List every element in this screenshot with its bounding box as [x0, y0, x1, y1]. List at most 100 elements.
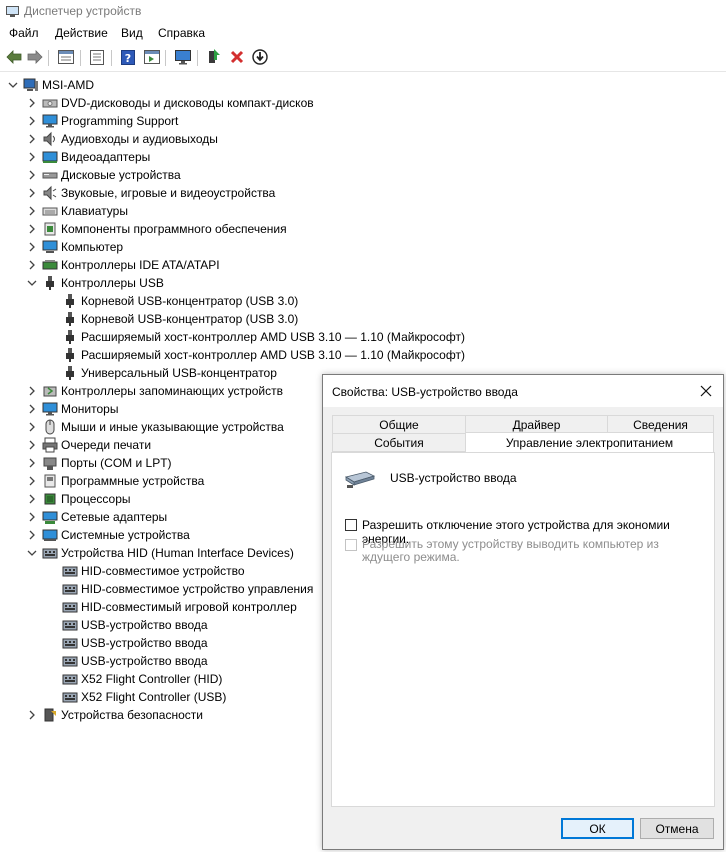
chevron-right-icon[interactable] — [26, 151, 38, 163]
chevron-right-icon[interactable] — [26, 511, 38, 523]
hid-icon — [62, 671, 78, 687]
chevron-right-icon[interactable] — [26, 115, 38, 127]
tree-item[interactable]: Расширяемый хост-контроллер AMD USB 3.10… — [46, 328, 465, 346]
tree-item[interactable]: Мониторы — [26, 400, 118, 418]
chevron-right-icon[interactable] — [26, 493, 38, 505]
forward-arrow-icon[interactable] — [26, 48, 44, 66]
tree-item[interactable]: Процессоры — [26, 490, 131, 508]
tree-item[interactable]: Видеоадаптеры — [26, 148, 150, 166]
properties-window-icon[interactable] — [57, 48, 75, 66]
show-hidden-window-icon[interactable] — [88, 48, 106, 66]
menu-bar: Файл Действие Вид Справка — [0, 24, 726, 44]
tree-item[interactable]: Расширяемый хост-контроллер AMD USB 3.10… — [46, 346, 465, 364]
tab-general[interactable]: Общие — [332, 415, 466, 434]
chevron-right-icon[interactable] — [26, 223, 38, 235]
chevron-right-icon[interactable] — [26, 709, 38, 721]
chevron-down-icon[interactable] — [26, 277, 38, 289]
chevron-right-icon[interactable] — [26, 169, 38, 181]
back-arrow-icon[interactable] — [5, 48, 23, 66]
allow-wake-row: Разрешить этому устройству выводить комп… — [345, 538, 700, 564]
chevron-right-icon[interactable] — [26, 97, 38, 109]
run-window-icon[interactable] — [143, 48, 161, 66]
tree-root[interactable]: MSI-AMD — [7, 76, 94, 94]
device-manager-icon — [6, 6, 19, 17]
chevron-down-icon[interactable] — [26, 547, 38, 559]
toolbar-divider — [0, 71, 726, 72]
chevron-right-icon[interactable] — [26, 259, 38, 271]
svg-text:?: ? — [125, 52, 131, 65]
tree-item[interactable]: Контроллеры запоминающих устройств — [26, 382, 283, 400]
device-name: USB-устройство ввода — [390, 471, 517, 485]
tree-item[interactable]: Порты (COM и LPT) — [26, 454, 172, 472]
tree-item[interactable]: Очереди печати — [26, 436, 151, 454]
help-icon[interactable]: ? — [119, 48, 137, 66]
tree-item[interactable]: USB-устройство ввода — [46, 616, 208, 634]
tree-item[interactable]: Мыши и иные указывающие устройства — [26, 418, 284, 436]
tree-item[interactable]: Устройства безопасности — [26, 706, 203, 724]
tree-item[interactable]: X52 Flight Controller (HID) — [46, 670, 222, 688]
menu-file[interactable]: Файл — [9, 26, 39, 40]
tree-item[interactable]: Звуковые, игровые и видеоустройства — [26, 184, 275, 202]
allow-power-off-checkbox[interactable] — [345, 519, 357, 531]
tree-item[interactable]: X52 Flight Controller (USB) — [46, 688, 226, 706]
tab-events[interactable]: События — [332, 433, 466, 452]
chevron-down-icon[interactable] — [7, 79, 19, 91]
tree-item[interactable]: Корневой USB-концентратор (USB 3.0) — [46, 310, 298, 328]
ok-button[interactable]: ОК — [561, 818, 634, 839]
chevron-right-icon[interactable] — [26, 529, 38, 541]
cancel-button[interactable]: Отмена — [640, 818, 714, 839]
tree-item[interactable]: Универсальный USB-концентратор — [46, 364, 277, 382]
close-icon[interactable] — [695, 381, 717, 401]
chevron-right-icon[interactable] — [26, 241, 38, 253]
tree-item[interactable]: Контроллеры USB — [26, 274, 164, 292]
tree-item[interactable]: Компоненты программного обеспечения — [26, 220, 287, 238]
tree-item[interactable]: Программные устройства — [26, 472, 204, 490]
tree-item[interactable]: Контроллеры IDE ATA/ATAPI — [26, 256, 220, 274]
tree-item[interactable]: Компьютер — [26, 238, 123, 256]
tree-item[interactable]: USB-устройство ввода — [46, 652, 208, 670]
chevron-right-icon[interactable] — [26, 457, 38, 469]
tree-item-label: Программные устройства — [61, 474, 205, 488]
storage-controller-icon — [42, 383, 58, 399]
tree-item[interactable]: Системные устройства — [26, 526, 190, 544]
tree-item-label: Системные устройства — [61, 528, 190, 542]
tree-item[interactable]: DVD-дисководы и дисководы компакт-дисков — [26, 94, 314, 112]
tree-item[interactable]: USB-устройство ввода — [46, 634, 208, 652]
allow-wake-checkbox — [345, 539, 357, 551]
tree-item[interactable]: Клавиатуры — [26, 202, 128, 220]
update-driver-icon[interactable] — [205, 48, 223, 66]
menu-view[interactable]: Вид — [121, 26, 143, 40]
chevron-right-icon[interactable] — [26, 385, 38, 397]
chevron-right-icon[interactable] — [26, 403, 38, 415]
chevron-right-icon[interactable] — [26, 187, 38, 199]
tree-item[interactable]: Аудиовходы и аудиовыходы — [26, 130, 218, 148]
chevron-right-icon[interactable] — [26, 421, 38, 433]
tree-item[interactable]: Сетевые адаптеры — [26, 508, 167, 526]
tree-item-label: Сетевые адаптеры — [61, 510, 168, 524]
toolbar-separator — [165, 50, 166, 66]
menu-help[interactable]: Справка — [158, 26, 205, 40]
hid-icon — [62, 599, 78, 615]
tree-item[interactable]: HID-совместимое устройство — [46, 562, 245, 580]
tab-power-management[interactable]: Управление электропитанием — [465, 432, 714, 452]
tree-item-label: DVD-дисководы и дисководы компакт-дисков — [61, 96, 314, 110]
tree-item[interactable]: Корневой USB-концентратор (USB 3.0) — [46, 292, 298, 310]
chevron-right-icon[interactable] — [26, 133, 38, 145]
scan-hardware-monitor-icon[interactable] — [174, 48, 192, 66]
tree-item[interactable]: Дисковые устройства — [26, 166, 181, 184]
chevron-right-icon[interactable] — [26, 205, 38, 217]
chevron-right-icon[interactable] — [26, 475, 38, 487]
tree-item-label: Расширяемый хост-контроллер AMD USB 3.10… — [81, 330, 465, 344]
ide-controller-icon — [42, 257, 58, 273]
uninstall-device-icon[interactable] — [228, 48, 246, 66]
chevron-right-icon[interactable] — [26, 439, 38, 451]
tree-item[interactable]: HID-совместимое устройство управления — [46, 580, 313, 598]
download-driver-icon[interactable] — [251, 48, 269, 66]
usb-icon — [62, 311, 78, 327]
tree-item[interactable]: Programming Support — [26, 112, 178, 130]
usb-icon — [42, 275, 58, 291]
tree-item[interactable]: HID-совместимый игровой контроллер — [46, 598, 297, 616]
tree-item-label: Устройства безопасности — [61, 708, 203, 722]
tree-item[interactable]: Устройства HID (Human Interface Devices) — [26, 544, 294, 562]
menu-action[interactable]: Действие — [55, 26, 108, 40]
